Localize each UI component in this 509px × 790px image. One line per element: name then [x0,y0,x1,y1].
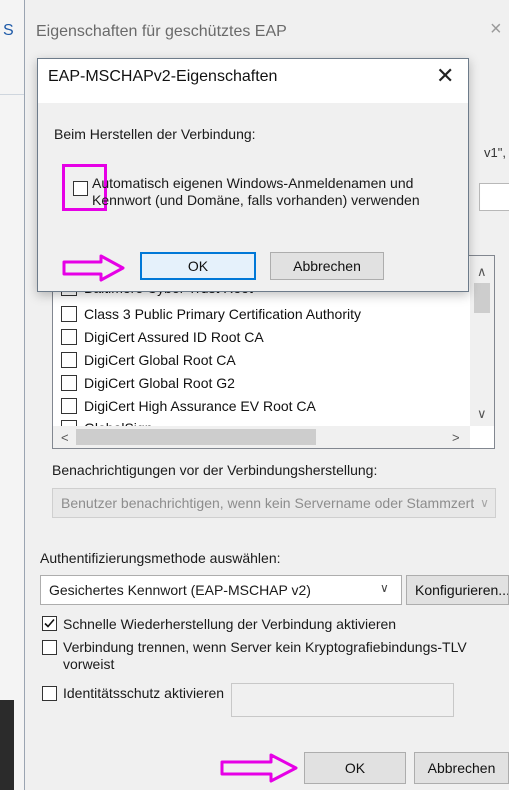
peap-close-icon[interactable]: × [490,18,502,41]
certificate-label: DigiCert Global Root CA [84,352,236,368]
certificate-label: DigiCert High Assurance EV Root CA [84,398,316,414]
auth-method-select[interactable]: Gesichertes Kennwort (EAP-MSCHAP v2) [40,575,402,605]
ok-button[interactable]: OK [304,752,406,784]
configure-button[interactable]: Konfigurieren... [406,575,509,605]
fast-reconnect-label: Schnelle Wiederherstellung der Verbindun… [63,616,397,632]
annotation-arrow [61,254,127,282]
identity-protection-label: Identitätsschutz aktivieren [63,685,225,701]
certificate-checkbox[interactable] [61,398,77,415]
peap-dialog-title: Eigenschaften für geschütztes EAP [36,23,287,40]
fast-reconnect-checkbox[interactable] [42,616,57,631]
mschapv2-dialog-title: EAP-MSCHAPv2-Eigenschaften [48,68,278,85]
taskbar-fragment [0,700,14,790]
horizontal-scroll-thumb[interactable] [76,429,316,445]
background-window-letter: S [3,22,14,39]
list-item[interactable]: Class 3 Public Primary Certification Aut… [61,306,361,328]
certificate-label: DigiCert Assured ID Root CA [84,329,264,345]
list-item[interactable]: DigiCert Global Root G2 [61,375,235,397]
autologon-label: Automatisch eigenen Windows-Anmeldenamen… [92,175,420,208]
close-icon[interactable]: ✕ [436,63,454,89]
list-item[interactable]: DigiCert Global Root CA [61,352,236,374]
list-vertical-scrollbar[interactable] [470,256,494,426]
certificate-checkbox[interactable] [61,329,77,346]
vertical-scroll-thumb[interactable] [474,283,490,313]
auth-method-label: Authentifizierungsmethode auswählen: [40,550,281,566]
certificate-label: DigiCert Global Root G2 [84,375,235,391]
cancel-button[interactable]: Abbrechen [414,752,509,784]
list-item[interactable]: DigiCert Assured ID Root CA [61,329,264,351]
list-item[interactable]: DigiCert High Assurance EV Root CA [61,398,316,420]
obscured-input-fragment[interactable] [479,183,509,211]
identity-field [231,683,454,717]
autologon-checkbox[interactable] [73,181,88,196]
notification-label: Benachrichtigungen vor der Verbindungshe… [52,462,378,478]
annotation-arrow [219,753,299,783]
scroll-up-icon[interactable]: ∧ [477,264,487,280]
chevron-down-icon: ∨ [474,489,495,517]
auth-method-value: Gesichertes Kennwort (EAP-MSCHAP v2) [49,582,311,598]
scroll-left-icon[interactable]: < [61,430,69,445]
certificate-checkbox[interactable] [61,375,77,392]
background-window-edge [0,0,24,790]
certificate-label: Class 3 Public Primary Certification Aut… [84,306,361,322]
notification-select: Benutzer benachrichtigen, wenn kein Serv… [52,488,496,518]
chevron-down-icon[interactable]: ∨ [380,581,389,595]
certificate-checkbox[interactable] [61,352,77,369]
checkmark-icon [44,618,55,628]
scroll-right-icon[interactable]: > [452,430,460,445]
cancel-button[interactable]: Abbrechen [270,252,384,280]
certificate-checkbox[interactable] [61,306,77,323]
notification-select-value: Benutzer benachrichtigen, wenn kein Serv… [61,495,496,511]
disconnect-label: Verbindung trennen, wenn Server kein Kry… [63,639,467,672]
ok-button[interactable]: OK [140,252,256,280]
obscured-text-fragment: v1", [484,145,506,160]
disconnect-checkbox[interactable] [42,640,57,655]
scroll-down-icon[interactable]: ∨ [477,406,487,422]
identity-protection-checkbox[interactable] [42,686,57,701]
connection-section-label: Beim Herstellen der Verbindung: [54,126,256,142]
background-window-divider [0,94,24,95]
